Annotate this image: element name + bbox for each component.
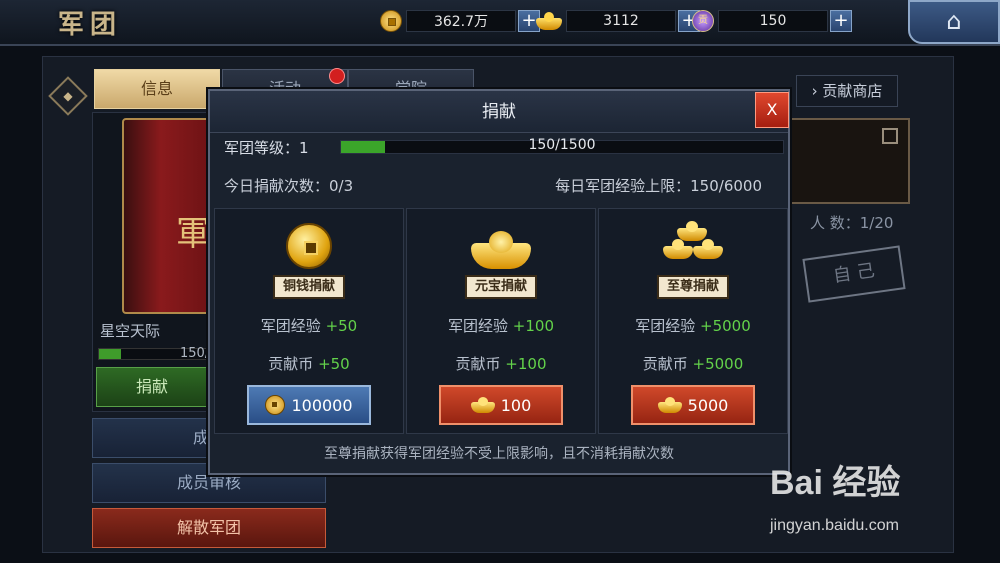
gold-ingot-icon xyxy=(536,12,562,30)
contribution-amount: 150 xyxy=(718,10,828,32)
coin-reward: 贡献币 +5000 xyxy=(642,355,744,373)
chevron-right-icon: › xyxy=(811,82,818,100)
ingot-resource: 3112 + xyxy=(536,8,700,34)
daily-xp-cap: 每日军团经验上限：150/6000 xyxy=(555,177,762,195)
dialog-title: 捐献 xyxy=(210,91,788,133)
disband-guild-button[interactable]: 解散军团 xyxy=(92,508,326,548)
member-count: 人 数：1/20 xyxy=(810,214,894,232)
ingot-pile-icon xyxy=(663,221,723,271)
card-label: 铜钱捐献 xyxy=(272,275,346,299)
ingot-donate-button[interactable]: 100 xyxy=(439,385,563,425)
donate-cost: 100 xyxy=(500,395,532,415)
ingot-donate-card: 元宝捐献 军团经验 +100 贡献币 +100 100 xyxy=(406,208,596,434)
gold-ingot-icon xyxy=(471,221,531,271)
close-button[interactable]: X xyxy=(755,92,789,128)
seal-glyph: ◆ xyxy=(63,89,73,103)
exp-reward: 军团经验 +50 xyxy=(260,317,358,335)
donate-cost: 100000 xyxy=(291,395,353,415)
contribution-icon: 贡 xyxy=(692,10,714,32)
coin-reward: 贡献币 +50 xyxy=(268,355,350,373)
contribution-shop-button[interactable]: › 贡献商店 xyxy=(796,75,898,107)
top-bar: 军团 362.7万 + 3112 + 贡 150 + ⌂ xyxy=(0,0,1000,46)
page-title: 军团 xyxy=(58,10,123,40)
card-label: 元宝捐献 xyxy=(464,275,538,299)
add-contribution-button[interactable]: + xyxy=(830,10,852,32)
guild-name: 星空天际 xyxy=(100,322,161,340)
exp-reward: 军团经验 +100 xyxy=(448,317,554,335)
supreme-donate-card: 至尊捐献 军团经验 +5000 贡献币 +5000 5000 xyxy=(598,208,788,434)
gold-ingot-icon xyxy=(657,397,682,413)
guild-banner-icon xyxy=(122,118,218,314)
baidu-watermark: Bai 经验 jingyan.baidu.com xyxy=(770,455,901,534)
tab-info[interactable]: 信息 xyxy=(94,69,220,109)
daily-donate-count: 今日捐献次数：0/3 xyxy=(224,177,354,195)
card-label: 至尊捐献 xyxy=(656,275,730,299)
copper-coin-icon xyxy=(279,221,339,271)
back-arrow-icon: ⌂ xyxy=(946,7,962,35)
shop-label: 贡献商店 xyxy=(822,82,883,100)
exp-reward: 军团经验 +5000 xyxy=(635,317,751,335)
donate-dialog: 捐献 X 军团等级：1 150/1500 今日捐献次数：0/3 每日军团经验上限… xyxy=(208,89,790,475)
coin-reward: 贡献币 +100 xyxy=(455,355,547,373)
donate-footnote: 至尊捐献获得军团经验不受上限影响，且不消耗捐献次数 xyxy=(324,446,674,462)
back-button[interactable]: ⌂ xyxy=(908,0,1000,44)
guild-notice-board xyxy=(786,118,910,204)
watermark-brand: Bai 经验 xyxy=(770,464,901,502)
donate-cost: 5000 xyxy=(687,395,729,415)
watermark-url: jingyan.baidu.com xyxy=(770,517,899,534)
copper-coin-icon xyxy=(380,10,402,32)
copper-donate-button[interactable]: 100000 xyxy=(247,385,371,425)
guild-progress-text: 150/ xyxy=(180,346,210,361)
notification-dot-icon xyxy=(329,68,345,84)
ingot-amount: 3112 xyxy=(566,10,676,32)
guild-level-label: 军团等级：1 xyxy=(224,139,309,157)
contribution-resource: 贡 150 + xyxy=(692,8,852,34)
copper-resource: 362.7万 + xyxy=(380,8,540,34)
copper-amount: 362.7万 xyxy=(406,10,516,32)
gold-ingot-icon xyxy=(470,397,495,413)
copper-donate-card: 铜钱捐献 军团经验 +50 贡献币 +50 100000 xyxy=(214,208,404,434)
copper-coin-icon xyxy=(265,395,286,415)
donate-button[interactable]: 捐献 xyxy=(96,367,208,407)
donate-options: 铜钱捐献 军团经验 +50 贡献币 +50 100000 元宝捐献 军团经验 +… xyxy=(214,208,788,434)
supreme-donate-button[interactable]: 5000 xyxy=(631,385,755,425)
edit-icon[interactable] xyxy=(882,128,898,144)
guild-xp-text: 150/1500 xyxy=(528,137,596,153)
